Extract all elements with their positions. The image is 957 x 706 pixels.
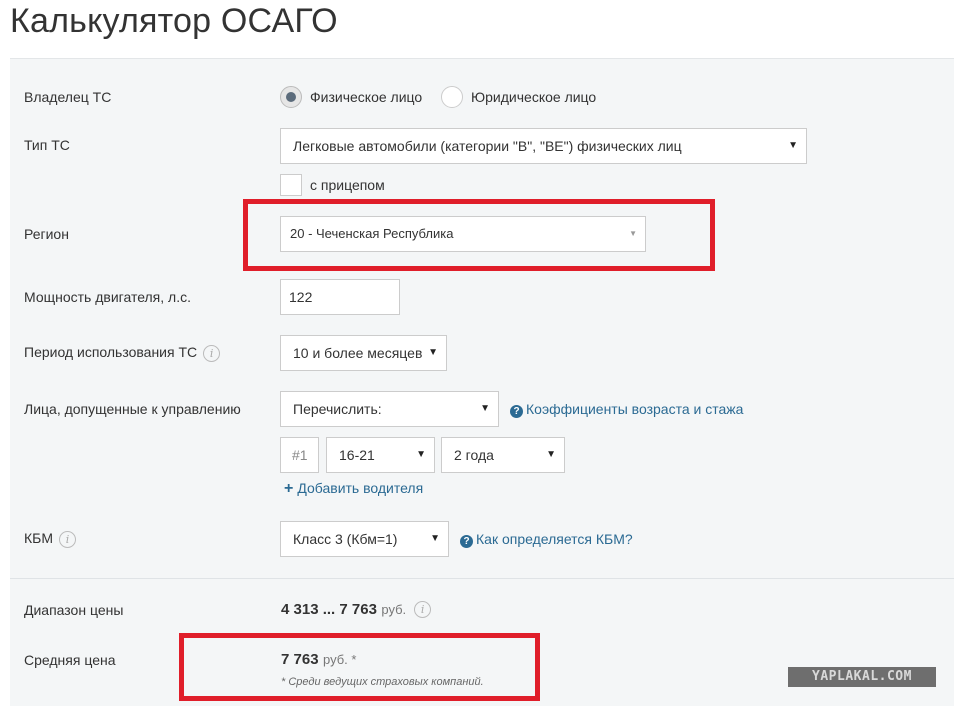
owner-radio-legal[interactable] xyxy=(441,86,463,108)
period-value: 10 и более месяцев xyxy=(293,345,423,361)
driver-experience-select[interactable]: 2 года ▼ xyxy=(441,437,565,473)
drivers-mode-select[interactable]: Перечислить: ▼ xyxy=(280,391,499,427)
average-price-label: Средняя цена xyxy=(24,652,116,668)
owner-label: Владелец ТС xyxy=(24,89,112,105)
price-range: 4 313 ... 7 763 руб. i xyxy=(281,601,432,619)
vehicle-type-select[interactable]: Легковые автомобили (категории "B", "BE"… xyxy=(280,128,807,164)
kbm-value: Класс 3 (Кбм=1) xyxy=(293,531,398,547)
owner-radio-individual-label[interactable]: Физическое лицо xyxy=(310,89,422,105)
period-label: Период использования ТС i xyxy=(24,344,221,362)
vehicle-type-value: Легковые автомобили (категории "B", "BE"… xyxy=(293,138,682,154)
driver-age-select[interactable]: 16-21 ▼ xyxy=(326,437,435,473)
power-label: Мощность двигателя, л.с. xyxy=(24,289,191,305)
region-highlight-frame xyxy=(243,199,715,271)
question-icon: ? xyxy=(460,535,473,548)
owner-radio-legal-label[interactable]: Юридическое лицо xyxy=(471,89,596,105)
price-highlight-frame xyxy=(179,633,540,701)
chevron-down-icon: ▼ xyxy=(480,403,490,414)
kbm-help-link-text: Как определяется КБМ? xyxy=(476,531,633,547)
owner-radio-individual[interactable] xyxy=(280,86,302,108)
drivers-mode-value: Перечислить: xyxy=(293,401,382,417)
period-select[interactable]: 10 и более месяцев ▼ xyxy=(280,335,447,371)
kbm-help-link[interactable]: ? Как определяется КБМ? xyxy=(460,531,633,548)
price-range-value: 4 313 ... 7 763 xyxy=(281,601,377,618)
chevron-down-icon: ▼ xyxy=(546,449,556,460)
chevron-down-icon: ▼ xyxy=(416,449,426,460)
chevron-down-icon: ▼ xyxy=(430,533,440,544)
driver-experience-value: 2 года xyxy=(454,447,494,463)
age-experience-link[interactable]: ? Коэффициенты возраста и стажа xyxy=(510,401,743,418)
result-divider xyxy=(10,578,954,579)
price-range-currency: руб. xyxy=(381,602,407,617)
power-input[interactable]: 122 xyxy=(280,279,400,315)
price-range-label: Диапазон цены xyxy=(24,602,124,618)
drivers-label: Лица, допущенные к управлению xyxy=(24,401,241,417)
question-icon: ? xyxy=(510,405,523,418)
info-icon[interactable]: i xyxy=(203,344,221,362)
info-icon[interactable]: i xyxy=(59,530,77,548)
region-label: Регион xyxy=(24,226,69,242)
driver-number: #1 xyxy=(280,437,319,473)
add-driver-link-text: Добавить водителя xyxy=(297,480,424,496)
info-icon[interactable]: i xyxy=(414,601,432,619)
chevron-down-icon: ▼ xyxy=(428,347,438,358)
vehicle-type-label: Тип ТС xyxy=(24,137,70,153)
kbm-label-text: КБМ xyxy=(24,530,54,546)
trailer-checkbox[interactable] xyxy=(280,174,302,196)
kbm-label: КБМ i xyxy=(24,530,77,548)
plus-icon: + xyxy=(284,480,294,497)
trailer-checkbox-label[interactable]: с прицепом xyxy=(310,177,385,193)
kbm-select[interactable]: Класс 3 (Кбм=1) ▼ xyxy=(280,521,449,557)
age-experience-link-text: Коэффициенты возраста и стажа xyxy=(526,401,744,417)
driver-age-value: 16-21 xyxy=(339,447,375,463)
period-label-text: Период использования ТС xyxy=(24,344,198,360)
chevron-down-icon: ▼ xyxy=(788,140,798,151)
add-driver-link[interactable]: + Добавить водителя xyxy=(284,480,423,498)
watermark: YAPLAKAL.COM xyxy=(788,667,936,687)
page-title: Калькулятор ОСАГО xyxy=(10,2,338,40)
